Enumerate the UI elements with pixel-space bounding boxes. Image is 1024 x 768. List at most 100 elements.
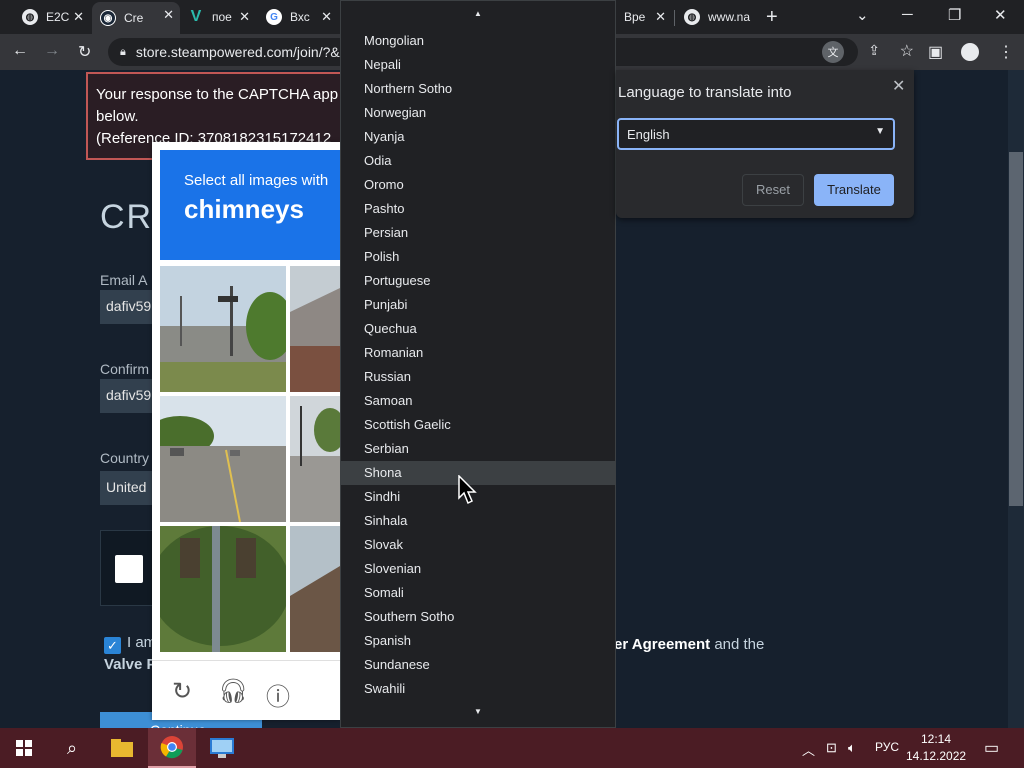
language-option[interactable]: Odia bbox=[341, 149, 615, 173]
page-scrollbar-thumb[interactable] bbox=[1009, 152, 1023, 506]
challenge-footer: ↻ 🎧︎ ⓘ bbox=[152, 660, 340, 720]
image-tile[interactable] bbox=[290, 266, 340, 392]
lock-icon[interactable]: 🔒︎ bbox=[120, 46, 126, 59]
language-option[interactable]: Samoan bbox=[341, 389, 615, 413]
image-tile[interactable] bbox=[290, 396, 340, 522]
share-icon[interactable]: ⇪ bbox=[868, 42, 880, 59]
reload-challenge-icon[interactable]: ↻ bbox=[172, 677, 192, 706]
language-option[interactable]: Slovak bbox=[341, 533, 615, 557]
image-tile[interactable] bbox=[160, 266, 286, 392]
tab-search-v[interactable]: V пое ✕ bbox=[180, 4, 256, 30]
google-icon: G bbox=[266, 9, 282, 25]
house-photo bbox=[290, 526, 340, 652]
input-language[interactable]: РУС bbox=[875, 740, 899, 754]
reload-icon[interactable]: ↻ bbox=[78, 42, 91, 62]
language-option[interactable]: Spanish bbox=[341, 629, 615, 653]
language-option[interactable]: Nyanja bbox=[341, 125, 615, 149]
agree-checkbox[interactable]: ✓ bbox=[104, 637, 121, 654]
new-tab-icon[interactable]: + bbox=[766, 6, 778, 29]
mouse-pointer-icon bbox=[458, 475, 477, 505]
street-photo bbox=[160, 266, 286, 392]
network-icon[interactable]: ⊡ bbox=[826, 740, 837, 756]
headphones-icon[interactable]: 🎧︎ bbox=[218, 677, 248, 706]
tab-vre[interactable]: Вре ✕ bbox=[616, 4, 672, 30]
image-tile[interactable] bbox=[160, 396, 286, 522]
language-option[interactable]: Southern Sotho bbox=[341, 605, 615, 629]
traffic-light-photo bbox=[160, 526, 286, 652]
language-option[interactable]: Shona bbox=[341, 461, 615, 485]
language-option[interactable]: Nepali bbox=[341, 53, 615, 77]
bubble-title: Language to translate into bbox=[618, 84, 792, 101]
close-tab-icon[interactable]: ✕ bbox=[321, 9, 332, 25]
image-tile[interactable] bbox=[290, 526, 340, 652]
language-option[interactable]: Norwegian bbox=[341, 101, 615, 125]
windows-logo-icon bbox=[16, 740, 32, 756]
globe-icon: ◍ bbox=[22, 9, 38, 25]
volume-icon[interactable]: 🔈︎ bbox=[848, 740, 856, 756]
close-icon[interactable]: ✕ bbox=[892, 76, 905, 96]
language-option[interactable]: Swahili bbox=[341, 677, 615, 701]
language-option[interactable]: Slovenian bbox=[341, 557, 615, 581]
language-option[interactable]: Sinhala bbox=[341, 509, 615, 533]
language-option[interactable]: Persian bbox=[341, 221, 615, 245]
translate-bubble: Language to translate into ✕ English ▼ R… bbox=[616, 70, 914, 218]
minimize-icon[interactable]: ─ bbox=[902, 6, 913, 23]
back-icon[interactable]: ← bbox=[12, 42, 28, 60]
language-option[interactable]: Serbian bbox=[341, 437, 615, 461]
menu-kebab-icon[interactable]: ⋮ bbox=[998, 42, 1014, 62]
file-explorer-icon[interactable] bbox=[98, 728, 146, 768]
language-option[interactable]: Northern Sotho bbox=[341, 77, 615, 101]
language-option[interactable]: Sindhi bbox=[341, 485, 615, 509]
close-window-icon[interactable]: ✕ bbox=[994, 6, 1007, 24]
tab-e2c[interactable]: ◍ E2C ✕ bbox=[14, 4, 90, 30]
recaptcha-checkbox[interactable] bbox=[115, 555, 143, 583]
language-option[interactable]: Romanian bbox=[341, 341, 615, 365]
translate-button[interactable]: Translate bbox=[814, 174, 894, 206]
language-option[interactable]: Quechua bbox=[341, 317, 615, 341]
profile-icon[interactable] bbox=[961, 43, 979, 61]
language-option[interactable]: Portuguese bbox=[341, 269, 615, 293]
info-icon[interactable]: ⓘ bbox=[266, 677, 290, 712]
language-option[interactable]: Russian bbox=[341, 365, 615, 389]
tab-www[interactable]: ◍ www.na bbox=[676, 4, 760, 30]
confirm-email-field[interactable]: dafiv59 bbox=[100, 379, 160, 413]
scroll-up-icon[interactable]: ▲ bbox=[474, 9, 482, 18]
subscriber-agreement-link[interactable]: er Agreement bbox=[614, 636, 710, 653]
scroll-down-icon[interactable]: ▼ bbox=[474, 707, 482, 716]
language-option[interactable]: Scottish Gaelic bbox=[341, 413, 615, 437]
steam-icon: ◉ bbox=[100, 10, 116, 26]
close-tab-icon[interactable]: ✕ bbox=[239, 9, 250, 25]
translate-icon[interactable]: 文 bbox=[822, 41, 844, 63]
restore-icon[interactable]: ❐ bbox=[948, 6, 961, 24]
tray-chevron-icon[interactable]: ︿ bbox=[802, 740, 815, 759]
language-option[interactable]: Oromo bbox=[341, 173, 615, 197]
language-option[interactable]: Polish bbox=[341, 245, 615, 269]
recaptcha-challenge: Select all images with chimneys ↻ 🎧︎ ⓘ bbox=[152, 142, 340, 720]
system-clock[interactable]: 12:14 14.12.2022 bbox=[906, 731, 966, 765]
start-button[interactable] bbox=[0, 728, 48, 768]
language-option[interactable]: Somali bbox=[341, 581, 615, 605]
side-panel-icon[interactable]: ▣ bbox=[928, 42, 943, 62]
chrome-taskbar-icon[interactable] bbox=[148, 728, 196, 768]
close-tab-icon[interactable]: ✕ bbox=[163, 7, 174, 23]
language-option[interactable]: Mongolian bbox=[341, 29, 615, 53]
close-tab-icon[interactable]: ✕ bbox=[655, 9, 666, 25]
image-tile[interactable] bbox=[160, 526, 286, 652]
close-tab-icon[interactable]: ✕ bbox=[73, 9, 84, 25]
email-field[interactable]: dafiv59 bbox=[100, 290, 160, 324]
notifications-icon[interactable]: ▭ bbox=[984, 738, 999, 758]
bookmark-star-icon[interactable]: ☆ bbox=[900, 41, 914, 61]
country-select[interactable]: United bbox=[100, 471, 160, 505]
forward-icon[interactable]: → bbox=[44, 42, 60, 60]
tab-create-account[interactable]: ◉ Cre ✕ bbox=[92, 2, 180, 34]
tab-search-icon[interactable]: ⌄ bbox=[856, 6, 869, 24]
remote-desktop-icon[interactable] bbox=[198, 728, 246, 768]
language-option[interactable]: Sundanese bbox=[341, 653, 615, 677]
search-icon[interactable]: ⌕ bbox=[48, 728, 96, 768]
globe-icon: ◍ bbox=[684, 9, 700, 25]
tab-google-login[interactable]: G Вхс ✕ bbox=[258, 4, 338, 30]
language-option[interactable]: Pashto bbox=[341, 197, 615, 221]
target-language-select[interactable]: English ▼ bbox=[617, 118, 895, 150]
reset-button[interactable]: Reset bbox=[742, 174, 804, 206]
language-option[interactable]: Punjabi bbox=[341, 293, 615, 317]
